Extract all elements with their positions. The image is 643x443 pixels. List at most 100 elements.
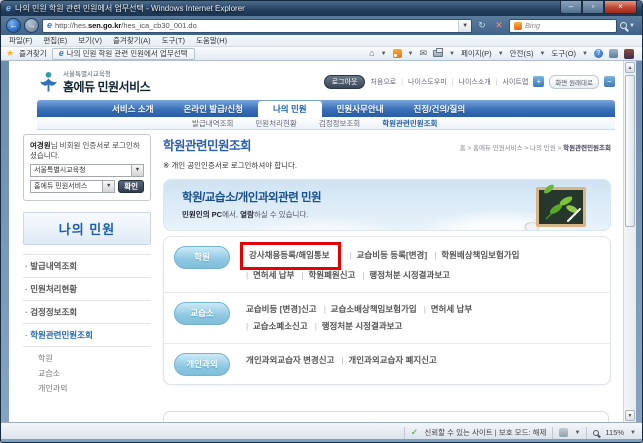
forward-button[interactable]: →: [24, 18, 39, 33]
gyoseupso-links: 교습비등 [변경]신고 교습소배상책임보험가입 면허세 납부 교습소폐소신고 행…: [246, 301, 472, 335]
extension-icon[interactable]: [609, 49, 618, 58]
vertical-scrollbar[interactable]: ▲ ▼: [623, 61, 636, 422]
link-gyoseupso-correction-report[interactable]: 행정처분 시정결과보고: [310, 321, 402, 331]
search-go[interactable]: ▼: [620, 22, 637, 29]
logout-button[interactable]: 로그아웃: [323, 74, 366, 89]
help-icon[interactable]: ?: [594, 49, 603, 58]
link-neis-intro[interactable]: 나이스소개: [452, 77, 491, 87]
link-gyoseupso-closure[interactable]: 교습소폐소신고: [246, 321, 308, 331]
print-icon[interactable]: [433, 48, 444, 57]
minimize-button[interactable]: –: [560, 1, 582, 14]
search-dropdown-icon[interactable]: ▼: [629, 23, 635, 29]
search-placeholder: Bing: [525, 21, 541, 30]
home-icon[interactable]: ⌂: [369, 49, 374, 58]
sidebar-item-processing-status[interactable]: 민원처리현황: [23, 278, 151, 302]
title-bar[interactable]: e 나의 민원 학원 관련 민원에서 업무선택 - Windows Intern…: [1, 1, 642, 16]
link-gyoseupso-license-tax[interactable]: 면허세 납부: [419, 304, 472, 314]
link-instructor-hire-report[interactable]: 강사채용등록/해임통보: [249, 250, 330, 260]
link-tuition-register[interactable]: 교습비등 등록[변경]: [345, 250, 427, 260]
stop-button[interactable]: ✕: [492, 19, 506, 33]
group-row-private-tutoring: 개인과외 개인과외교습자 변경신고 개인과외교습자 폐지신고: [164, 343, 610, 384]
blackboard-image: [524, 184, 586, 230]
page-menu[interactable]: 페이지(P): [461, 48, 492, 59]
screen-reset-button[interactable]: 화면 원래대로: [549, 74, 599, 89]
feed-icon[interactable]: [392, 49, 402, 58]
nav-online-issue[interactable]: 온라인 발급/신청: [168, 100, 257, 117]
link-neis-helper[interactable]: 나이스도우미: [401, 77, 447, 87]
sidebar-item-hakwon-minwon[interactable]: 학원관련민원조회: [23, 324, 151, 348]
menu-help[interactable]: 도움말(H): [196, 35, 227, 46]
zoom-dropdown-icon[interactable]: ▼: [630, 430, 636, 436]
refresh-button[interactable]: ↻: [475, 19, 489, 33]
confirm-button[interactable]: 확인: [118, 180, 144, 194]
compatibility-icon[interactable]: [559, 428, 569, 437]
link-tutor-closure-report[interactable]: 개인과외교습자 폐지신고: [337, 355, 437, 365]
global-nav: 서비스 소개 온라인 발급/신청 나의 민원 민원사무안내 진정/건의/질의: [37, 100, 615, 117]
service-select-arrow-icon[interactable]: ▼: [102, 181, 115, 193]
page-dropdown-icon[interactable]: ▼: [498, 51, 504, 57]
nav-my-minwon[interactable]: 나의 민원: [257, 101, 322, 117]
url-field[interactable]: e http://hes.sen.go.kr/hes_ica_cb30_001.…: [42, 18, 473, 33]
subnav-processing-status[interactable]: 민원처리현황: [255, 118, 296, 129]
sidebar-item-exam-info[interactable]: 검정정보조회: [23, 301, 151, 325]
link-sitemap[interactable]: 사이트맵: [496, 77, 529, 87]
link-gyoseupso-tuition-report[interactable]: 교습비등 [변경]신고: [246, 304, 317, 314]
sidebar-item-issue-history[interactable]: 발급내역조회: [23, 254, 151, 279]
link-home[interactable]: 처음으로: [370, 77, 396, 87]
sidebar-sub-gyoseupso[interactable]: 교습소: [38, 366, 151, 381]
mail-icon[interactable]: ✉: [419, 49, 427, 58]
site-logo[interactable]: 서울특별시교육청 홈에듀 민원서비스: [39, 68, 151, 95]
back-button[interactable]: ←: [6, 18, 21, 33]
close-button[interactable]: ×: [604, 1, 637, 14]
maximize-button[interactable]: ▫: [582, 1, 604, 14]
compatibility-dropdown-icon[interactable]: ▼: [574, 430, 580, 436]
url-dropdown-icon[interactable]: ▼: [458, 19, 472, 32]
zoom-in-icon[interactable]: +: [533, 76, 545, 87]
menu-tools[interactable]: 도구(T): [162, 35, 185, 46]
home-dropdown-icon[interactable]: ▼: [381, 51, 387, 57]
print-dropdown-icon[interactable]: ▼: [449, 51, 455, 57]
search-box[interactable]: Bing: [509, 18, 618, 33]
subnav-hakwon-minwon[interactable]: 학원관련민원조회: [382, 118, 437, 129]
scrollbar-thumb[interactable]: [625, 75, 635, 227]
hakwon-label-button[interactable]: 학원: [174, 246, 230, 269]
favorites-button[interactable]: 즐겨찾기: [19, 48, 47, 59]
scroll-up-icon[interactable]: ▲: [625, 62, 635, 73]
favorites-star-icon[interactable]: ★: [6, 49, 14, 58]
subnav-exam-info[interactable]: 검정정보조회: [319, 118, 360, 129]
tools-menu[interactable]: 도구(O): [551, 48, 576, 59]
menu-file[interactable]: 파일(F): [9, 35, 32, 46]
link-license-tax[interactable]: 면허세 납부: [246, 270, 294, 280]
org-select[interactable]: 서울특별시교육청 ▼: [30, 164, 144, 178]
scroll-down-icon[interactable]: ▼: [625, 410, 635, 421]
nav-service-intro[interactable]: 서비스 소개: [97, 100, 168, 117]
private-tutoring-label-button[interactable]: 개인과외: [174, 353, 230, 376]
menu-edit[interactable]: 편집(E): [43, 35, 67, 46]
browser-tab[interactable]: e 나의 민원 학원 관련 민원에서 업무선택: [51, 47, 195, 60]
nav-petition[interactable]: 진정/건의/질의: [399, 100, 481, 117]
sidebar-sub-hakwon[interactable]: 학원: [38, 351, 151, 366]
link-hakwon-liability-insurance[interactable]: 학원배상책임보험가입: [430, 250, 520, 260]
subnav-issue-history[interactable]: 발급내역조회: [192, 118, 233, 129]
extension2-icon[interactable]: [624, 48, 634, 59]
safety-menu[interactable]: 안전(S): [510, 48, 534, 59]
zoom-status-icon[interactable]: [593, 429, 600, 436]
menu-favorites[interactable]: 즐겨찾기(A): [113, 35, 151, 46]
link-tutor-change-report[interactable]: 개인과외교습자 변경신고: [246, 355, 334, 365]
window-right-edge: [636, 61, 642, 422]
menu-view[interactable]: 보기(V): [78, 35, 102, 46]
link-hakwon-closure[interactable]: 학원폐원신고: [297, 270, 356, 280]
service-select[interactable]: 홈에듀 민원서비스 ▼: [30, 180, 116, 194]
link-gyoseupso-liability-insurance[interactable]: 교습소배상책임보험가입: [319, 304, 417, 314]
zoom-out-icon[interactable]: −: [604, 76, 615, 87]
gyoseupso-label-button[interactable]: 교습소: [174, 302, 230, 325]
org-select-arrow-icon[interactable]: ▼: [131, 165, 143, 177]
nav-minwon-guide[interactable]: 민원사무안내: [322, 100, 399, 117]
safety-dropdown-icon[interactable]: ▼: [539, 51, 545, 57]
feed-dropdown-icon[interactable]: ▼: [408, 51, 414, 57]
tools-dropdown-icon[interactable]: ▼: [582, 51, 588, 57]
hakwon-links-line1: 강사채용등록/해임통보 교습비등 등록[변경] 학원배상책임보험가입: [240, 242, 520, 270]
banner-rest: 하실 수 있습니다.: [253, 210, 309, 219]
sidebar-sub-private-tutoring[interactable]: 개인과외: [38, 381, 151, 396]
link-hakwon-correction-report[interactable]: 행정처분 시정결과보고: [358, 270, 450, 280]
